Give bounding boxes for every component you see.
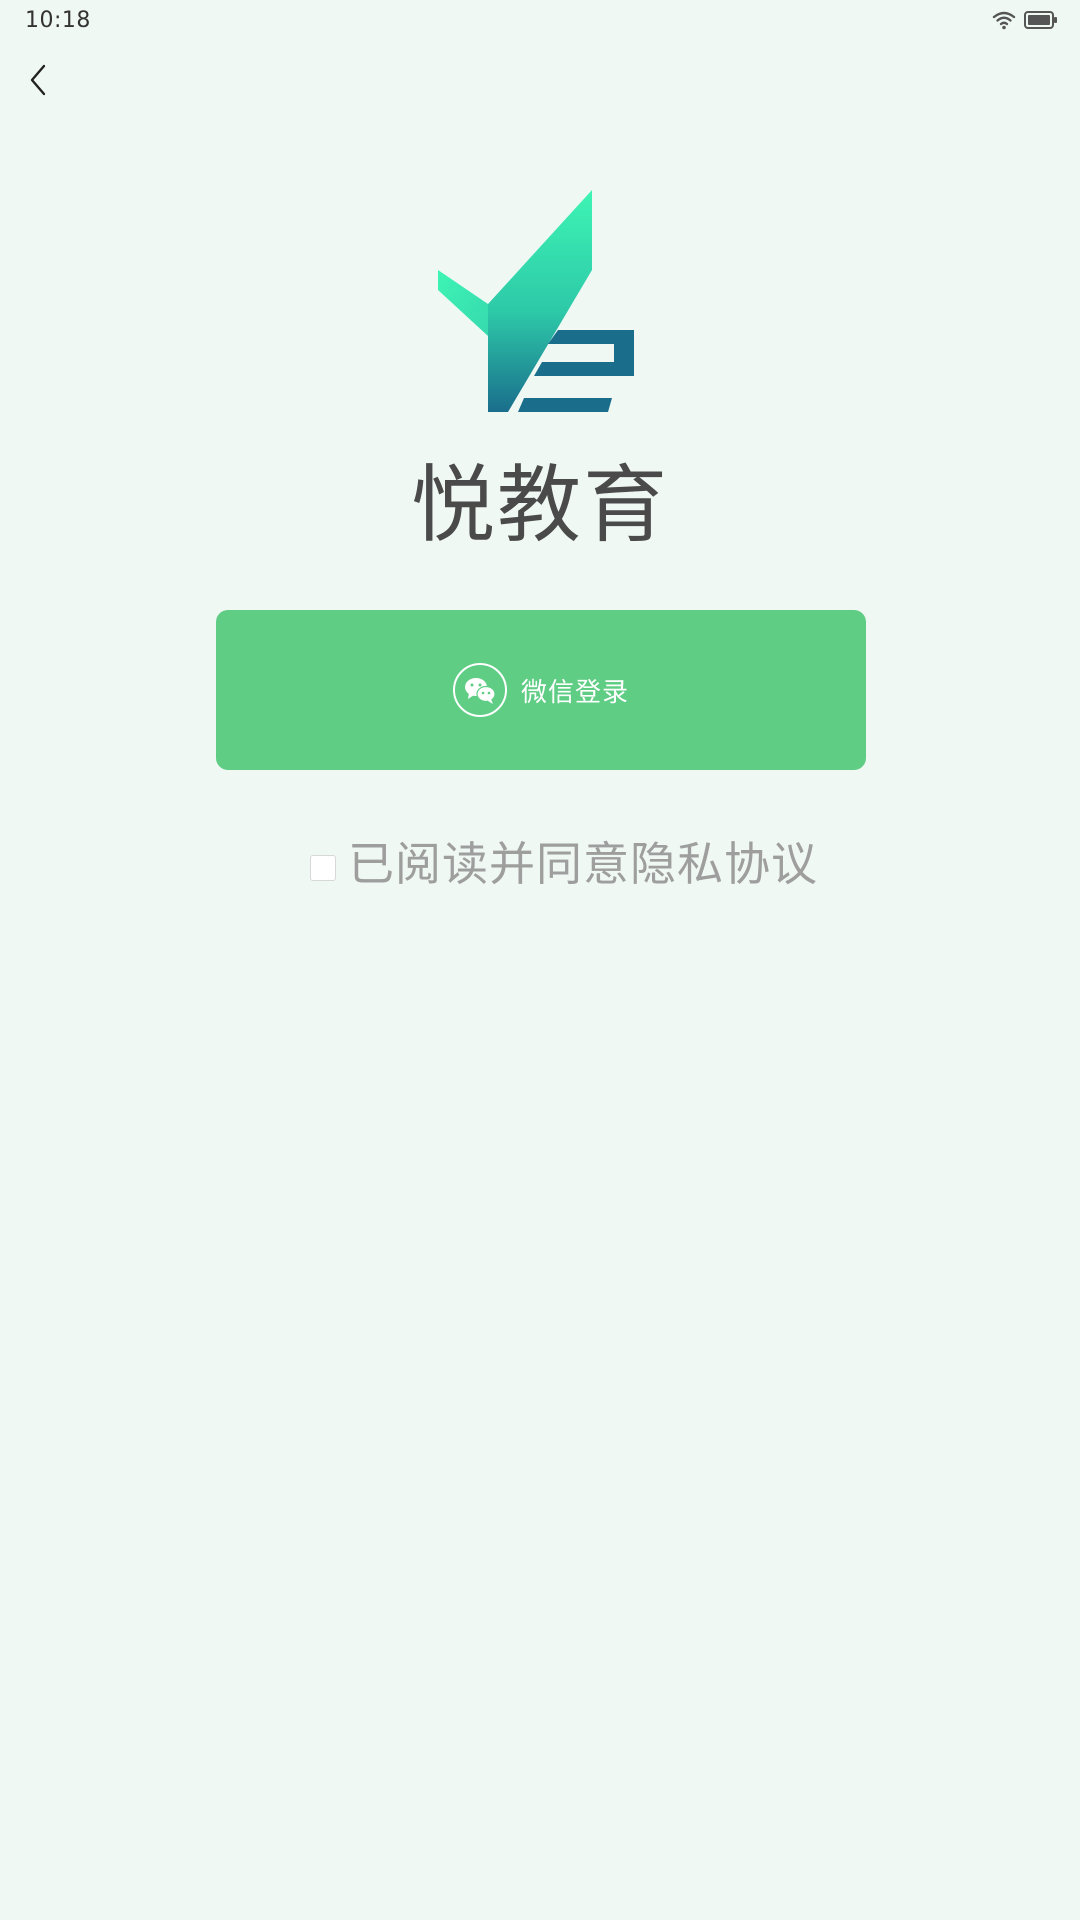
login-screen: 10:18 悦教育 微信登录 已阅读并同意隐私协议 (0, 0, 1080, 1920)
wechat-login-label: 微信登录 (520, 677, 629, 708)
back-button[interactable] (14, 58, 62, 106)
wifi-icon (992, 10, 1016, 34)
privacy-agreement-row: 已阅读并同意隐私协议 (310, 832, 818, 891)
wechat-icon (452, 663, 507, 717)
app-name: 悦教育 (410, 456, 669, 554)
yue-education-logo-icon (438, 190, 634, 416)
privacy-agreement-checkbox[interactable] (310, 855, 336, 881)
battery-icon (1024, 10, 1058, 34)
status-bar: 10:18 (0, 0, 1080, 44)
wechat-login-button[interactable]: 微信登录 (216, 610, 866, 770)
chevron-left-icon (26, 62, 50, 102)
privacy-agreement-text[interactable]: 已阅读并同意隐私协议 (348, 828, 818, 894)
status-time: 10:18 (25, 8, 91, 33)
status-icons (992, 10, 1058, 34)
